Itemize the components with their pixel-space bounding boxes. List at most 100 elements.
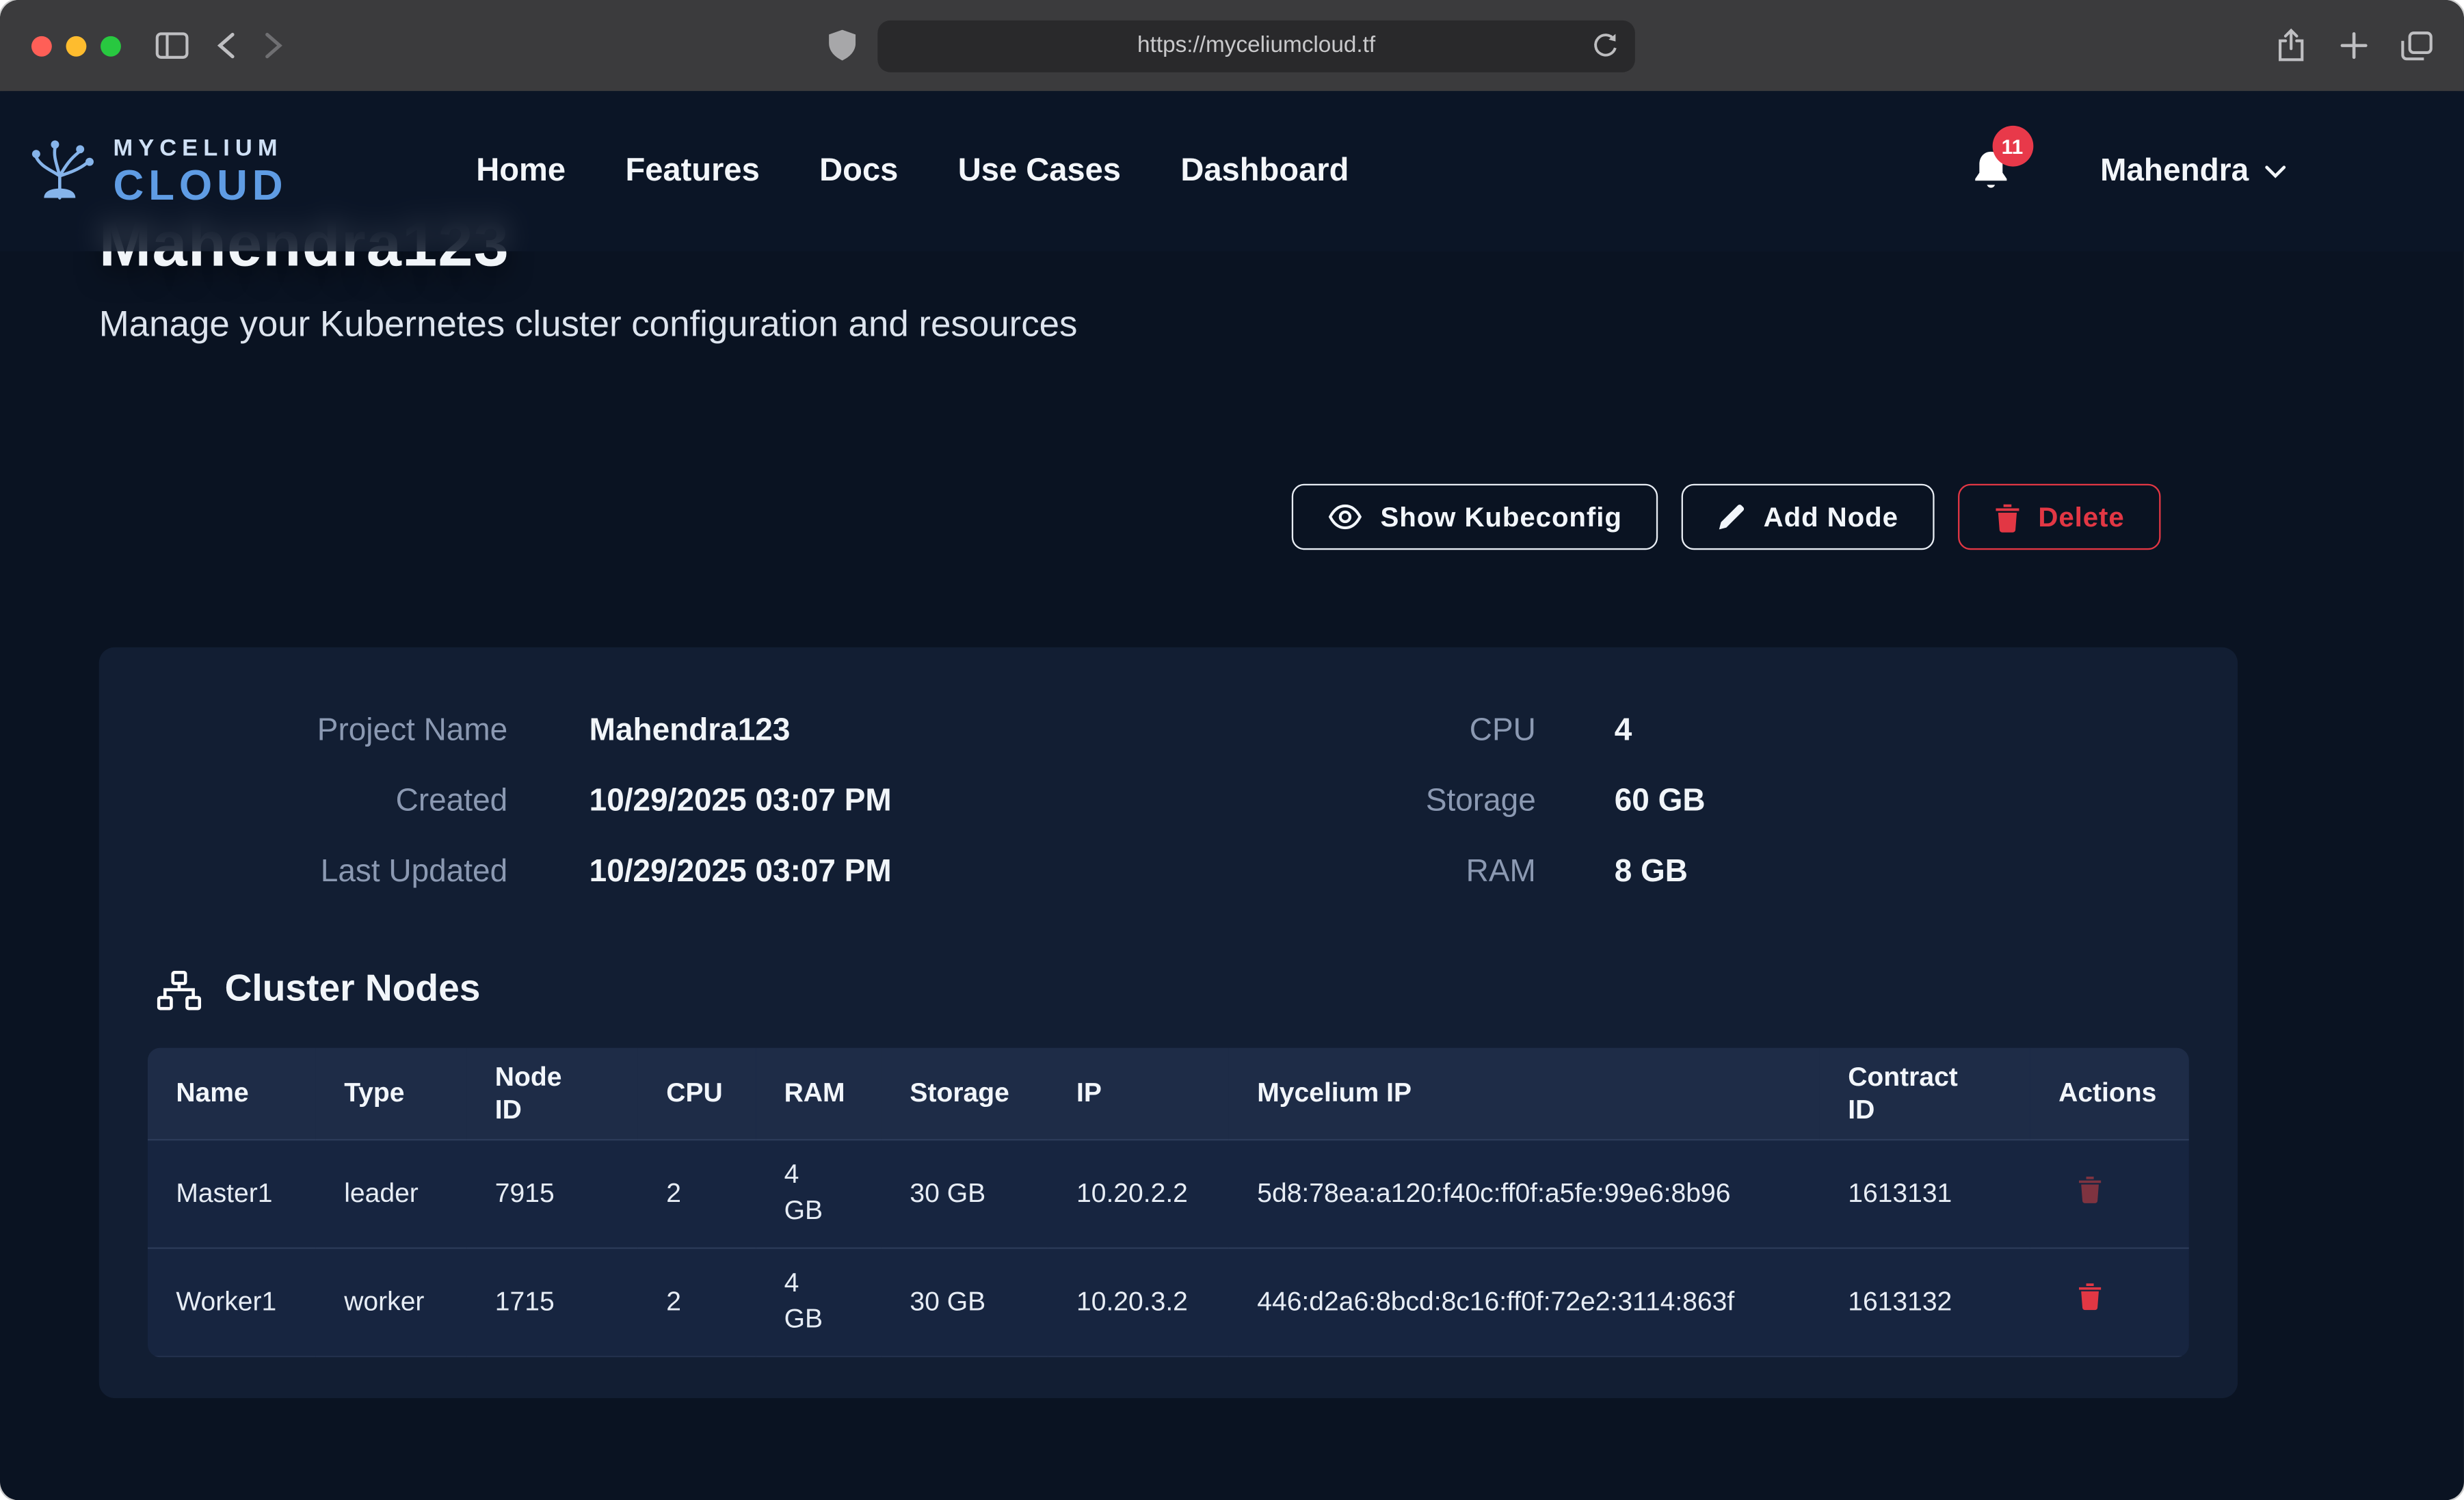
cluster-table-body: Master1 leader 7915 2 4 GB 30 GB 10.20.2… bbox=[148, 1140, 2189, 1356]
info-row-last-updated: Last Updated 10/29/2025 03:07 PM bbox=[99, 848, 892, 896]
storage-label: Storage bbox=[1347, 783, 1536, 819]
cluster-nodes-header: Cluster Nodes bbox=[157, 967, 2238, 1011]
nav-item-dashboard[interactable]: Dashboard bbox=[1180, 152, 1349, 190]
address-bar-group: https://myceliumcloud.tf bbox=[829, 0, 1635, 91]
reload-icon bbox=[1589, 29, 1621, 61]
minimize-window-button[interactable] bbox=[66, 36, 87, 56]
sidebar-toggle-button[interactable] bbox=[155, 31, 188, 59]
sitemap-icon bbox=[157, 970, 201, 1009]
nav-item-docs[interactable]: Docs bbox=[819, 152, 898, 190]
cell-node-id: 1715 bbox=[466, 1248, 637, 1356]
chrome-right-buttons bbox=[2275, 28, 2433, 63]
pencil-icon bbox=[1718, 503, 1746, 531]
created-label: Created bbox=[99, 783, 507, 819]
last-updated-label: Last Updated bbox=[99, 854, 507, 890]
cell-mycelium-ip: 446:d2a6:8bcd:8c16:ff0f:72e2:3114:863f bbox=[1229, 1248, 1820, 1356]
col-mycelium-ip: Mycelium IP bbox=[1229, 1048, 1820, 1140]
show-kubeconfig-label: Show Kubeconfig bbox=[1380, 500, 1621, 533]
url-text: https://myceliumcloud.tf bbox=[1137, 33, 1375, 58]
logo-word-cloud: CLOUD bbox=[113, 164, 287, 206]
privacy-shield-icon bbox=[829, 30, 856, 62]
ram-value: 8 GB bbox=[1615, 854, 1688, 890]
chevron-down-icon bbox=[2264, 164, 2286, 178]
sidebar-icon bbox=[155, 31, 188, 59]
cell-ip: 10.20.2.2 bbox=[1048, 1140, 1229, 1248]
col-type: Type bbox=[316, 1048, 467, 1140]
browser-chrome: https://myceliumcloud.tf bbox=[0, 0, 2464, 91]
cluster-actions: Show Kubeconfig Add Node Delete bbox=[99, 484, 2161, 550]
eye-icon bbox=[1329, 505, 1364, 530]
delete-node-button[interactable] bbox=[2078, 1283, 2103, 1311]
add-node-button[interactable]: Add Node bbox=[1682, 484, 1935, 550]
col-ram: RAM bbox=[756, 1048, 882, 1140]
cell-contract-id: 1613132 bbox=[1820, 1248, 2030, 1356]
forward-button[interactable] bbox=[264, 31, 283, 59]
add-node-label: Add Node bbox=[1764, 500, 1898, 533]
table-header-row: Name Type Node ID CPU RAM Storage IP Myc… bbox=[148, 1048, 2189, 1140]
logo-word-mycelium: MYCELIUM bbox=[113, 136, 287, 159]
delete-node-button[interactable] bbox=[2078, 1175, 2103, 1203]
show-kubeconfig-button[interactable]: Show Kubeconfig bbox=[1293, 484, 1658, 550]
info-row-ram: RAM 8 GB bbox=[1347, 848, 1705, 896]
project-name-label: Project Name bbox=[99, 712, 507, 749]
cell-type: leader bbox=[316, 1140, 467, 1248]
nav-right: 11 Mahendra bbox=[1968, 148, 2286, 195]
close-window-button[interactable] bbox=[31, 36, 52, 56]
url-bar[interactable]: https://myceliumcloud.tf bbox=[877, 20, 1635, 72]
ram-label: RAM bbox=[1347, 854, 1536, 890]
info-row-storage: Storage 60 GB bbox=[1347, 777, 1705, 825]
cell-name: Worker1 bbox=[148, 1248, 316, 1356]
cell-storage: 30 GB bbox=[882, 1140, 1048, 1248]
table-row: Master1 leader 7915 2 4 GB 30 GB 10.20.2… bbox=[148, 1140, 2189, 1248]
logo-text: MYCELIUM CLOUD bbox=[113, 136, 287, 206]
cell-ip: 10.20.3.2 bbox=[1048, 1248, 1229, 1356]
delete-cluster-button[interactable]: Delete bbox=[1958, 484, 2160, 550]
new-tab-button[interactable] bbox=[2340, 31, 2368, 59]
info-left-column: Project Name Mahendra123 Created 10/29/2… bbox=[99, 707, 892, 896]
logo[interactable]: MYCELIUM CLOUD bbox=[22, 136, 287, 206]
col-name: Name bbox=[148, 1048, 316, 1140]
share-icon bbox=[2275, 28, 2307, 63]
nav-item-features[interactable]: Features bbox=[625, 152, 759, 190]
tab-overview-button[interactable] bbox=[2401, 31, 2433, 61]
zoom-window-button[interactable] bbox=[101, 36, 121, 56]
user-name: Mahendra bbox=[2100, 153, 2249, 189]
project-name-value: Mahendra123 bbox=[589, 712, 791, 749]
cluster-nodes-table: Name Type Node ID CPU RAM Storage IP Myc… bbox=[148, 1048, 2189, 1357]
info-row-cpu: CPU 4 bbox=[1347, 707, 1705, 754]
col-ip: IP bbox=[1048, 1048, 1229, 1140]
main-nav: MYCELIUM CLOUD Home Features Docs Use Ca… bbox=[0, 91, 2464, 251]
col-node-id: Node ID bbox=[466, 1048, 637, 1140]
created-value: 10/29/2025 03:07 PM bbox=[589, 783, 892, 819]
storage-value: 60 GB bbox=[1615, 783, 1706, 819]
main-content: Mahendra123 Manage your Kubernetes clust… bbox=[0, 211, 2464, 1398]
cell-contract-id: 1613131 bbox=[1820, 1140, 2030, 1248]
cpu-label: CPU bbox=[1347, 712, 1536, 749]
cluster-info: Project Name Mahendra123 Created 10/29/2… bbox=[99, 707, 2238, 896]
chevron-left-icon bbox=[217, 31, 236, 59]
cpu-value: 4 bbox=[1615, 712, 1632, 749]
traffic-lights bbox=[31, 36, 121, 56]
nav-item-home[interactable]: Home bbox=[476, 152, 566, 190]
cell-name: Master1 bbox=[148, 1140, 316, 1248]
cell-mycelium-ip: 5d8:78ea:a120:f40c:ff0f:a5fe:99e6:8b96 bbox=[1229, 1140, 1820, 1248]
share-button[interactable] bbox=[2275, 28, 2307, 63]
page-subtitle: Manage your Kubernetes cluster configura… bbox=[99, 303, 2464, 345]
cell-storage: 30 GB bbox=[882, 1248, 1048, 1356]
nav-links: Home Features Docs Use Cases Dashboard bbox=[476, 152, 1349, 190]
table-row: Worker1 worker 1715 2 4 GB 30 GB 10.20.3… bbox=[148, 1248, 2189, 1356]
cluster-details-card: Project Name Mahendra123 Created 10/29/2… bbox=[99, 647, 2238, 1398]
back-button[interactable] bbox=[217, 31, 236, 59]
info-row-created: Created 10/29/2025 03:07 PM bbox=[99, 777, 892, 825]
info-row-project-name: Project Name Mahendra123 bbox=[99, 707, 892, 754]
reload-button[interactable] bbox=[1589, 29, 1621, 66]
nav-item-use-cases[interactable]: Use Cases bbox=[958, 152, 1121, 190]
cell-node-id: 7915 bbox=[466, 1140, 637, 1248]
col-cpu: CPU bbox=[638, 1048, 756, 1140]
notifications-button[interactable]: 11 bbox=[1968, 148, 2012, 195]
user-menu[interactable]: Mahendra bbox=[2100, 153, 2286, 189]
last-updated-value: 10/29/2025 03:07 PM bbox=[589, 854, 892, 890]
trash-icon bbox=[2078, 1175, 2103, 1203]
delete-label: Delete bbox=[2038, 500, 2124, 533]
cell-ram: 4 GB bbox=[756, 1140, 882, 1248]
